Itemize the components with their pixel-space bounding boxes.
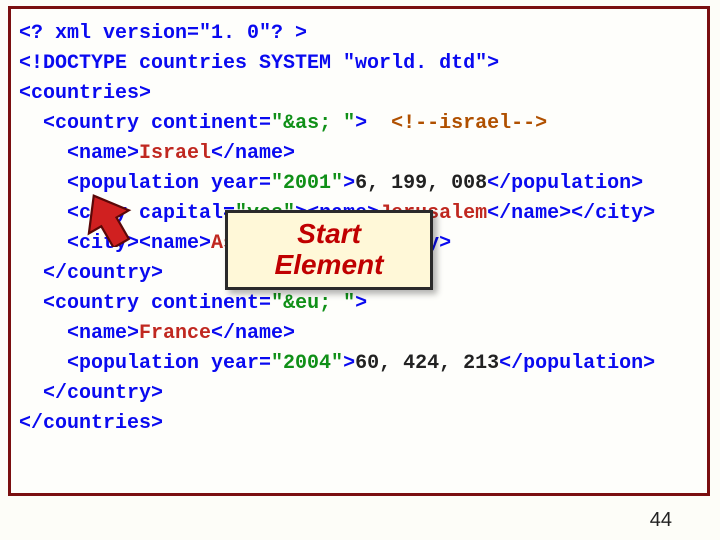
- tag-countries-open: <countries>: [19, 82, 151, 105]
- tag-pop2-open: <population: [19, 352, 211, 375]
- attr-capital: capital=: [139, 202, 235, 225]
- code-line-14: </countries>: [19, 409, 701, 439]
- attr-year1: year=: [211, 172, 271, 195]
- tag-country2-close-bracket: >: [355, 292, 367, 315]
- attr-continent2: continent=: [151, 292, 271, 315]
- code-line-3: <countries>: [19, 79, 701, 109]
- pop1-bracket: >: [343, 172, 355, 195]
- tag-pop2-close: </population>: [499, 352, 655, 375]
- text-pop2: 60, 424, 213: [355, 352, 499, 375]
- slide: <? xml version="1. 0"? > <!DOCTYPE count…: [0, 0, 720, 540]
- code-line-10: <country continent="&eu; ">: [19, 289, 701, 319]
- callout-line2: Element: [275, 249, 384, 280]
- val-2004: "2004": [271, 352, 343, 375]
- tag-name2-open: <name>: [19, 322, 139, 345]
- tag-name2-close: </name>: [211, 322, 295, 345]
- val-eu: "&eu; ": [271, 292, 355, 315]
- pointer-arrow-icon: [80, 192, 135, 247]
- attr-continent1: continent=: [151, 112, 271, 135]
- tag-country1-close-bracket: >: [355, 112, 391, 135]
- code-line-4: <country continent="&as; "> <!--israel--…: [19, 109, 701, 139]
- text-france: France: [139, 322, 211, 345]
- val-as: "&as; ": [271, 112, 355, 135]
- tag-name1-open: <name>: [19, 142, 139, 165]
- tag-country2-open: <country: [19, 292, 151, 315]
- val-2001: "2001": [271, 172, 343, 195]
- code-line-1: <? xml version="1. 0"? >: [19, 19, 701, 49]
- text-pop1: 6, 199, 008: [355, 172, 487, 195]
- attr-year2: year=: [211, 352, 271, 375]
- code-line-11: <name>France</name>: [19, 319, 701, 349]
- comment-israel: <!--israel-->: [391, 112, 547, 135]
- page-number: 44: [650, 509, 672, 532]
- text-israel: Israel: [139, 142, 211, 165]
- pop2-bracket: >: [343, 352, 355, 375]
- code-line-2: <!DOCTYPE countries SYSTEM "world. dtd">: [19, 49, 701, 79]
- tag-pop1-close: </population>: [487, 172, 643, 195]
- callout-text: Start Element: [275, 219, 384, 281]
- callout-line1: Start: [297, 218, 361, 249]
- city1-name-close: </name></city>: [487, 202, 655, 225]
- code-line-5: <name>Israel</name>: [19, 139, 701, 169]
- tag-name1-close: </name>: [211, 142, 295, 165]
- callout-box: Start Element: [225, 210, 433, 290]
- tag-country1-open: <country: [19, 112, 151, 135]
- code-line-12: <population year="2004">60, 424, 213</po…: [19, 349, 701, 379]
- code-line-13: </country>: [19, 379, 701, 409]
